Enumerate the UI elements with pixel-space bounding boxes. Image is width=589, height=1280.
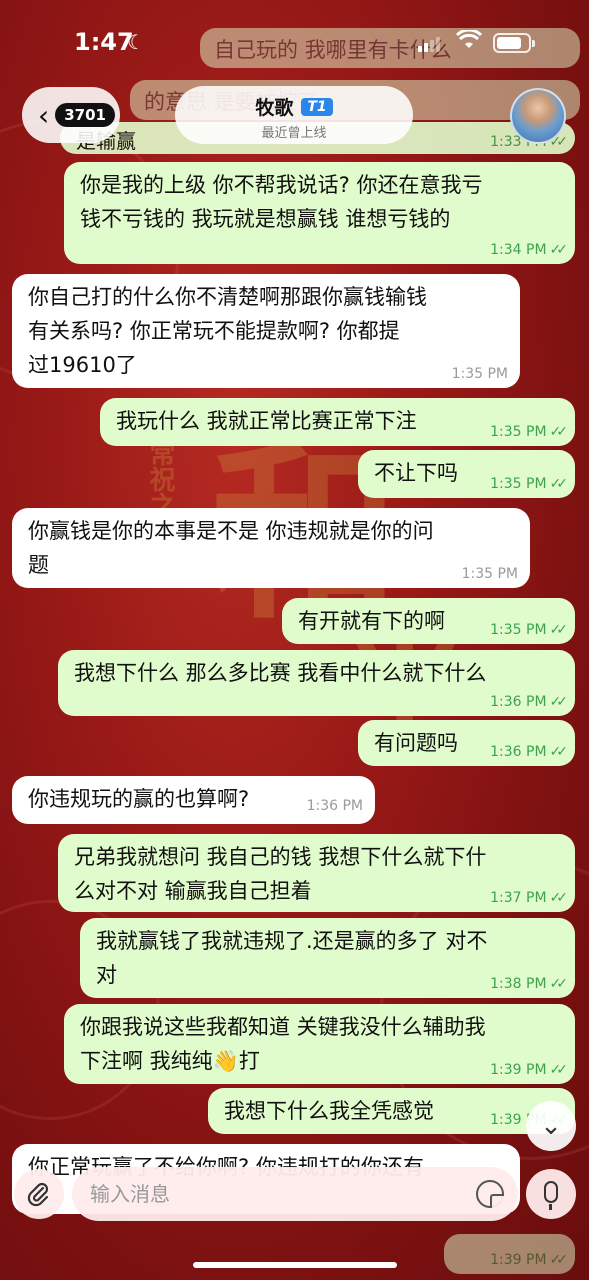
message-text: 我就赢钱了我就违规了.还是赢的多了 对不 (96, 929, 488, 953)
message-input[interactable] (90, 1177, 470, 1211)
message-bubble-outgoing: 我就赢钱了我就违规了.还是赢的多了 对不 对 1:38 PM ✓✓ (80, 918, 575, 998)
message-bubble-outgoing: 兄弟我就想问 我自己的钱 我想下什么就下什 么对不对 输赢我自己担着 1:37 … (58, 834, 575, 912)
message-text: 兄弟我就想问 我自己的钱 我想下什么就下什 (74, 845, 487, 869)
message-bubble-outgoing: 不让下吗 1:35 PM ✓✓ (358, 450, 575, 498)
attach-button[interactable] (14, 1169, 64, 1219)
back-button[interactable]: ‹ 3701 (22, 87, 120, 143)
chat-title[interactable]: 牧歌 T1 最近曾上线 (175, 86, 413, 144)
message-time: 1:39 PM✓✓ (490, 1062, 568, 1078)
message-text: 你自己打的什么你不清楚啊那跟你赢钱输钱 (28, 285, 427, 309)
message-text: 你是我的上级 你不帮我说话? 你还在意我亏 (80, 173, 483, 197)
message-text: 我想下什么 那么多比赛 我看中什么就下什么 (74, 661, 487, 685)
message-time: 1:36 PM ✓✓ (490, 744, 568, 760)
message-time: 1:37 PM ✓✓ (490, 890, 568, 906)
avatar[interactable] (510, 88, 566, 144)
message-time: 1:35 PM (451, 366, 508, 382)
message-bubble-outgoing: 你是我的上级 你不帮我说话? 你还在意我亏 钱不亏钱的 我玩就是想赢钱 谁想亏钱… (64, 162, 575, 264)
message-bubble-outgoing: 你跟我说这些我都知道 关键我没什么辅助我 下注啊 我纯纯👋打 1:39 PM ✓✓ (64, 1004, 575, 1084)
message-time: 1:35 PM ✓✓ (490, 622, 568, 638)
status-bar: 1:47 ☾ (0, 0, 589, 80)
moon-icon: ☾ (127, 30, 145, 54)
message-bubble-outgoing: 我想下什么我全凭感觉 1:39 PM✓✓ (208, 1088, 575, 1134)
message-bubble-outgoing: 有开就有下的啊 1:35 PM ✓✓ (282, 598, 575, 644)
unread-count-badge: 3701 (55, 103, 115, 127)
message-text: 钱不亏钱的 我玩就是想赢钱 谁想亏钱的 (80, 207, 451, 231)
message-text: 你跟我说这些我都知道 关键我没什么辅助我 (80, 1015, 486, 1039)
message-bubble-outgoing: 我想下什么 那么多比赛 我看中什么就下什么 1:36 PM ✓✓ (58, 650, 575, 716)
message-text: 么对不对 输赢我自己担着 (74, 879, 312, 903)
sticker-icon[interactable] (476, 1180, 504, 1208)
contact-status: 最近曾上线 (261, 126, 327, 141)
signal-icon (418, 33, 442, 52)
scroll-to-bottom-button[interactable]: ⌄ (526, 1101, 576, 1151)
message-bubble-incoming: 你自己打的什么你不清楚啊那跟你赢钱输钱 有关系吗? 你正常玩不能提款啊? 你都提… (12, 274, 520, 388)
message-bubble-incoming: 你违规玩的赢的也算啊? 1:36 PM (12, 776, 375, 824)
microphone-icon (544, 1181, 558, 1210)
wifi-icon (455, 28, 483, 54)
message-bubble-incoming: 你赢钱是你的本事是不是 你违规就是你的问 题 1:35 PM (12, 508, 530, 588)
message-text: 题 (28, 553, 49, 577)
clock: 1:47 (74, 28, 134, 56)
message-text: 有关系吗? 你正常玩不能提款啊? 你都提 (28, 319, 400, 343)
chevron-down-icon: ⌄ (540, 1111, 562, 1141)
message-text: 过19610了 (28, 353, 137, 377)
message-time: 1:36 PM ✓✓ (490, 694, 568, 710)
message-input-bar[interactable] (72, 1167, 518, 1221)
message-bubble-outgoing: 有问题吗 1:36 PM ✓✓ (358, 720, 575, 766)
message-time: 1:38 PM ✓✓ (490, 976, 568, 992)
message-time: 1:36 PM (306, 798, 363, 814)
message-bubble-outgoing: 我玩什么 我就正常比赛正常下注 1:35 PM ✓✓ (100, 398, 575, 446)
chevron-left-icon: ‹ (38, 98, 50, 132)
message-time: 1:34 PM ✓✓ (490, 242, 568, 258)
paperclip-icon (27, 1182, 49, 1207)
message-bubble-outgoing: 1:39 PM ✓✓ (444, 1234, 575, 1274)
message-time: 1:35 PM (461, 566, 518, 582)
message-text: 下注啊 我纯纯👋打 (80, 1049, 260, 1073)
message-time: 1:35 PM ✓✓ (490, 424, 568, 440)
message-text: 你赢钱是你的本事是不是 你违规就是你的问 (28, 519, 434, 543)
contact-name: 牧歌 (255, 97, 294, 119)
contact-badge: T1 (301, 97, 333, 116)
message-time: 1:39 PM✓✓ (490, 1252, 568, 1268)
message-time: 1:35 PM ✓✓ (490, 476, 568, 492)
home-indicator[interactable] (193, 1262, 397, 1268)
voice-record-button[interactable] (526, 1169, 576, 1219)
battery-icon (493, 33, 535, 53)
